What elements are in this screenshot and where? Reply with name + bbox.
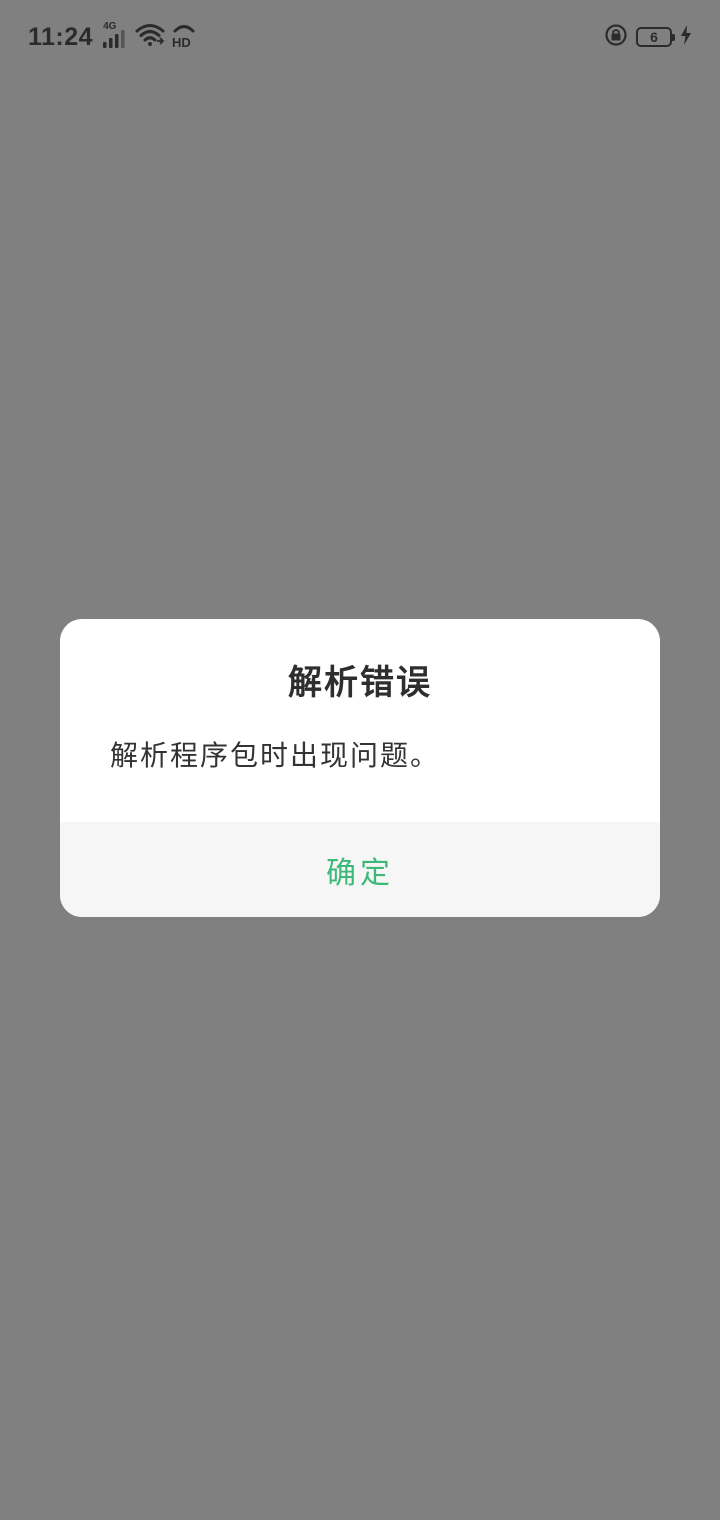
dialog-title: 解析错误 xyxy=(288,663,432,703)
dialog-message: 解析程序包时出现问题。 xyxy=(110,739,441,772)
hd-label: HD xyxy=(172,35,191,48)
status-bar-left: 11:24 4G HD xyxy=(28,21,197,52)
parse-error-dialog: 解析错误 解析程序包时出现问题。 确定 xyxy=(60,619,660,917)
hd-call-icon: HD xyxy=(171,22,197,52)
charging-icon xyxy=(680,25,692,49)
dialog-footer: 确定 xyxy=(60,822,660,917)
status-bar: 11:24 4G HD 6 xyxy=(0,0,720,74)
battery-level: 6 xyxy=(650,29,658,45)
status-time: 11:24 xyxy=(28,22,94,51)
confirm-button[interactable]: 确定 xyxy=(296,840,424,900)
battery-icon: 6 xyxy=(636,27,675,47)
signal-icon: 4G xyxy=(103,21,129,50)
wifi-icon xyxy=(135,23,165,51)
status-bar-right: 6 xyxy=(604,23,692,51)
rotation-lock-icon xyxy=(604,23,628,51)
